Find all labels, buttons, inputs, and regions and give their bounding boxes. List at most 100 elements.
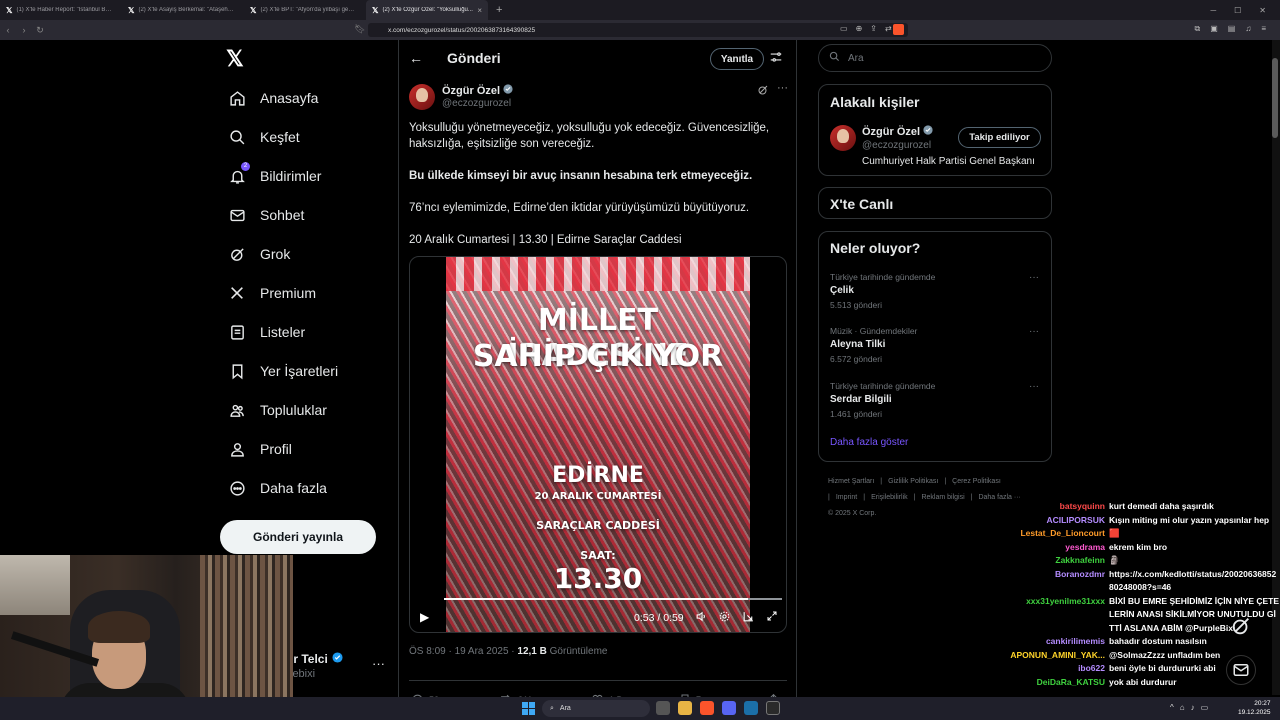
profile-name[interactable]: ır Telci	[290, 652, 343, 666]
chat-username[interactable]: xxx31yenilme31xxx	[990, 595, 1105, 636]
discord-icon[interactable]	[722, 701, 736, 715]
chat-line: yesdrama ekrem kim bro	[990, 541, 1280, 555]
author-handle[interactable]: @eczozgurozel	[442, 98, 511, 109]
chat-username[interactable]: batsyquinn	[990, 500, 1105, 514]
nav-item-lists[interactable]: Listeler	[220, 315, 305, 349]
post-button[interactable]: Gönderi yayınla	[220, 520, 376, 554]
author-name[interactable]: Özgür Özel	[442, 84, 513, 97]
nav-item-communities[interactable]: Topluluklar	[220, 393, 327, 427]
reader-icon[interactable]: ▭	[840, 24, 848, 33]
wallet-icon[interactable]: ▣	[1210, 24, 1218, 34]
windows-start-icon[interactable]	[522, 702, 535, 715]
chat-username[interactable]: DeiDaRa_KATSU	[990, 676, 1105, 690]
author-avatar[interactable]	[409, 84, 435, 110]
bunting-decoration	[446, 257, 750, 291]
related-name[interactable]: Özgür Özel	[862, 125, 933, 138]
more-options-icon[interactable]: ···	[777, 82, 788, 94]
minimize-icon[interactable]: ─	[1210, 6, 1216, 15]
chat-username[interactable]: ibo622	[990, 662, 1105, 676]
nav-item-grok[interactable]: Grok	[220, 237, 290, 271]
new-tab-button[interactable]: +	[488, 4, 510, 16]
chevron-up-icon[interactable]: ^	[1170, 703, 1174, 712]
close-window-icon[interactable]: ✕	[1259, 6, 1266, 15]
reload-icon[interactable]: ↻	[32, 25, 48, 36]
card-title: Neler oluyor?	[830, 240, 921, 256]
brave-browser-icon[interactable]	[700, 701, 714, 715]
browser-tab[interactable]: 𝕏 (1) X'te Haber Report: "İstanbul Başs..…	[0, 0, 122, 20]
trend-name[interactable]: Çelik	[830, 285, 854, 296]
following-button[interactable]: Takip ediliyor	[958, 127, 1041, 148]
browser-tab-active[interactable]: 𝕏 (2) X'te Özgür Özel: "Yoksulluğu... ×	[366, 0, 488, 20]
maximize-icon[interactable]: ☐	[1234, 6, 1241, 15]
taskbar-search[interactable]: ⌕ Ara	[542, 700, 650, 717]
search-input[interactable]: Ara	[818, 44, 1052, 72]
chat-message: kurt demedi daha şaşırdık	[1109, 501, 1214, 511]
sidebar-icon[interactable]: ▤	[1228, 24, 1236, 34]
video-progress-bar[interactable]	[444, 598, 782, 600]
chat-username[interactable]: Zakknafeinn	[990, 554, 1105, 568]
bookmark-page-icon[interactable]: 🔖︎	[352, 24, 368, 35]
trend-more-icon[interactable]: ···	[1029, 381, 1039, 392]
volume-icon[interactable]: ♪	[1191, 703, 1195, 712]
pip-icon[interactable]	[742, 610, 755, 626]
zoom-icon[interactable]: ⊕	[856, 24, 863, 33]
browser-tab[interactable]: 𝕏 (2) X'te BPT: "Afyon'da yılbaşı gecesi.…	[244, 0, 366, 20]
messages-float-button[interactable]	[1226, 655, 1256, 685]
browser-tab[interactable]: 𝕏 (2) X'te Asayiş Berkemal: "Ataşehir'de.…	[122, 0, 244, 20]
trend-more-icon[interactable]: ···	[1029, 272, 1039, 283]
reply-button[interactable]: Yanıtla	[710, 48, 764, 70]
nav-item-chat[interactable]: Sohbet	[220, 198, 304, 232]
nav-item-home[interactable]: Anasayfa	[220, 81, 318, 115]
network-icon[interactable]: ⌂	[1180, 703, 1185, 712]
forward-icon[interactable]: ›	[16, 25, 32, 35]
menu-icon[interactable]: ≡	[1261, 24, 1266, 34]
account-menu-icon[interactable]: ···	[372, 656, 385, 671]
back-icon[interactable]: ‹	[0, 25, 16, 35]
trend-count: 6.572 gönderi	[830, 354, 882, 364]
extension-icon[interactable]: ⧉	[1194, 24, 1200, 34]
settings-gear-icon[interactable]	[718, 610, 731, 626]
nav-item-notifications[interactable]: 2 Bildirimler	[220, 159, 321, 193]
file-explorer-icon[interactable]	[678, 701, 692, 715]
url-bar[interactable]: x.com/eczozgurozel/status/20020638731643…	[368, 23, 908, 37]
brave-shield-icon[interactable]	[893, 24, 904, 35]
search-icon	[228, 128, 246, 146]
filter-icon[interactable]	[769, 50, 783, 69]
share-icon[interactable]: ⇪	[870, 24, 877, 33]
grok-float-icon[interactable]	[1230, 615, 1252, 637]
nav-item-explore[interactable]: Keşfet	[220, 120, 300, 154]
fullscreen-icon[interactable]	[766, 610, 778, 625]
steam-icon[interactable]	[744, 701, 758, 715]
obs-icon[interactable]	[766, 701, 780, 715]
trend-name[interactable]: Serdar Bilgili	[830, 394, 892, 405]
related-avatar[interactable]	[830, 125, 856, 151]
close-icon[interactable]: ×	[477, 6, 482, 15]
trend-name[interactable]: Aleyna Tilki	[830, 339, 885, 350]
chat-username[interactable]: Boranozdmr	[990, 568, 1105, 595]
chat-username[interactable]: APONUN_AMINI_YAK...	[990, 649, 1105, 663]
nav-item-profile[interactable]: Profil	[220, 432, 292, 466]
chat-username[interactable]: cankirilimemis	[990, 635, 1105, 649]
trend-more-icon[interactable]: ···	[1029, 326, 1039, 337]
grok-explain-icon[interactable]	[757, 84, 769, 99]
play-icon[interactable]: ▶	[420, 610, 429, 624]
chat-username[interactable]: yesdrama	[990, 541, 1105, 555]
nav-item-more[interactable]: Daha fazla	[220, 471, 327, 505]
chat-username[interactable]: ACILIPORSUK	[990, 514, 1105, 528]
volume-icon[interactable]	[695, 610, 708, 626]
show-more-link[interactable]: Daha fazla göster	[830, 437, 908, 448]
music-icon[interactable]: ♫	[1245, 24, 1251, 34]
battery-icon[interactable]: ▭	[1201, 703, 1209, 712]
scroll-thumb[interactable]	[1272, 58, 1278, 138]
chat-line: ACILIPORSUK Kışın miting mi olur yazın ya…	[990, 514, 1280, 528]
translate-icon[interactable]: ⇄	[885, 24, 892, 33]
nav-item-bookmarks[interactable]: Yer İşaretleri	[220, 354, 338, 388]
chat-username[interactable]: Lestat_De_Lioncourt	[990, 527, 1105, 541]
back-arrow-icon[interactable]: ←	[409, 50, 423, 66]
x-logo-icon[interactable]: 𝕏	[226, 48, 248, 70]
video-player[interactable]: MİLLET İRADESİNE SAHİP ÇIKIYOR EDİRNE 20…	[409, 256, 787, 633]
x-live-card[interactable]: X'te Canlı	[818, 187, 1052, 219]
taskbar-clock[interactable]: 20:27 19.12.2025	[1238, 699, 1271, 717]
task-view-icon[interactable]	[656, 701, 670, 715]
nav-item-premium[interactable]: Premium	[220, 276, 316, 310]
